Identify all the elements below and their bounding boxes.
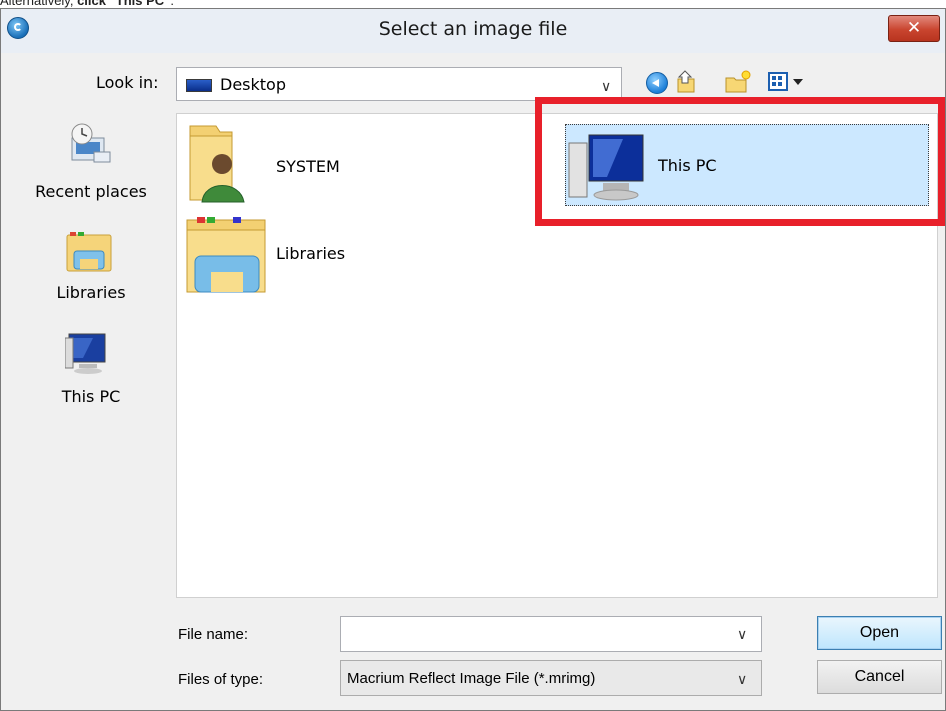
place-this-pc[interactable]: This PC: [20, 329, 162, 414]
new-folder-icon[interactable]: [724, 69, 752, 95]
cancel-button[interactable]: Cancel: [817, 660, 942, 694]
file-item-libraries[interactable]: Libraries: [183, 212, 383, 298]
filetype-dropdown[interactable]: Macrium Reflect Image File (*.mrimg) ∨: [340, 660, 762, 696]
file-item-label: Libraries: [276, 244, 346, 263]
place-label: Recent places: [35, 182, 147, 201]
lookin-dropdown[interactable]: Desktop ∨: [176, 67, 622, 101]
chevron-down-icon: ∨: [737, 671, 748, 687]
libraries-icon: [66, 232, 112, 272]
dialog-title: Select an image file: [378, 18, 568, 40]
caption-suffix: .: [170, 0, 174, 8]
places-bar: Recent places Libraries This PC: [20, 115, 162, 415]
caption-bold: click "This PC": [77, 0, 171, 8]
instruction-caption: Alternatively, click "This PC".: [0, 0, 174, 8]
up-folder-icon[interactable]: [675, 69, 699, 95]
view-menu-icon[interactable]: [767, 71, 811, 93]
file-item-system[interactable]: SYSTEM: [183, 120, 383, 204]
file-item-label: SYSTEM: [276, 157, 340, 176]
open-button[interactable]: Open: [817, 616, 942, 650]
place-libraries[interactable]: Libraries: [20, 227, 162, 312]
close-button[interactable]: ✕: [888, 15, 940, 42]
chevron-down-icon: ∨: [601, 78, 612, 94]
lookin-label: Look in:: [96, 73, 159, 92]
chevron-down-icon[interactable]: ∨: [737, 626, 747, 643]
back-icon[interactable]: [646, 72, 668, 94]
filename-label: File name:: [178, 626, 249, 643]
this-pc-icon: [65, 333, 106, 374]
user-folder-icon: [189, 125, 245, 203]
libraries-large-icon: [186, 217, 266, 293]
lookin-value: Desktop: [220, 75, 286, 94]
caption-prefix: Alternatively,: [0, 0, 78, 8]
place-label: Libraries: [56, 283, 126, 302]
filename-input[interactable]: ∨: [340, 616, 762, 652]
place-recent[interactable]: Recent places: [20, 115, 162, 210]
recent-places-icon: [71, 123, 111, 163]
filetype-value: Macrium Reflect Image File (*.mrimg): [347, 670, 596, 687]
desktop-icon: [186, 79, 212, 92]
place-label: This PC: [61, 387, 121, 406]
annotation-highlight-box: [535, 97, 945, 226]
filetype-label: Files of type:: [178, 671, 264, 688]
